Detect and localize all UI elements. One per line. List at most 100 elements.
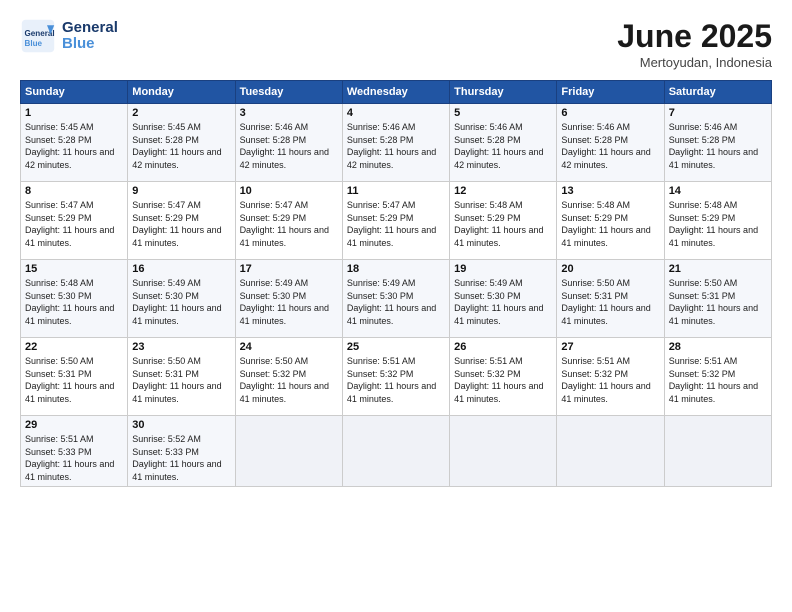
day-number: 25 — [347, 341, 445, 353]
day-number: 20 — [561, 263, 659, 275]
day-info: Sunrise: 5:46 AM Sunset: 5:28 PM Dayligh… — [347, 121, 445, 171]
col-tuesday: Tuesday — [235, 81, 342, 104]
day-info: Sunrise: 5:51 AM Sunset: 5:32 PM Dayligh… — [347, 355, 445, 405]
day-number: 16 — [132, 263, 230, 275]
col-sunday: Sunday — [21, 81, 128, 104]
day-info: Sunrise: 5:50 AM Sunset: 5:31 PM Dayligh… — [561, 277, 659, 327]
table-cell: 30 Sunrise: 5:52 AM Sunset: 5:33 PM Dayl… — [128, 416, 235, 487]
table-cell: 5 Sunrise: 5:46 AM Sunset: 5:28 PM Dayli… — [450, 104, 557, 182]
table-cell: 3 Sunrise: 5:46 AM Sunset: 5:28 PM Dayli… — [235, 104, 342, 182]
table-cell: 14 Sunrise: 5:48 AM Sunset: 5:29 PM Dayl… — [664, 182, 771, 260]
table-cell: 6 Sunrise: 5:46 AM Sunset: 5:28 PM Dayli… — [557, 104, 664, 182]
day-info: Sunrise: 5:46 AM Sunset: 5:28 PM Dayligh… — [454, 121, 552, 171]
day-number: 18 — [347, 263, 445, 275]
day-info: Sunrise: 5:50 AM Sunset: 5:32 PM Dayligh… — [240, 355, 338, 405]
day-info: Sunrise: 5:47 AM Sunset: 5:29 PM Dayligh… — [25, 199, 123, 249]
table-cell: 2 Sunrise: 5:45 AM Sunset: 5:28 PM Dayli… — [128, 104, 235, 182]
day-number: 27 — [561, 341, 659, 353]
day-number: 10 — [240, 185, 338, 197]
table-cell: 9 Sunrise: 5:47 AM Sunset: 5:29 PM Dayli… — [128, 182, 235, 260]
month-title: June 2025 — [617, 18, 772, 55]
day-number: 21 — [669, 263, 767, 275]
day-number: 24 — [240, 341, 338, 353]
col-thursday: Thursday — [450, 81, 557, 104]
day-info: Sunrise: 5:51 AM Sunset: 5:32 PM Dayligh… — [561, 355, 659, 405]
day-number: 28 — [669, 341, 767, 353]
table-cell — [342, 416, 449, 487]
logo-icon: General Blue — [20, 18, 56, 54]
day-info: Sunrise: 5:49 AM Sunset: 5:30 PM Dayligh… — [347, 277, 445, 327]
title-block: June 2025 Mertoyudan, Indonesia — [617, 18, 772, 70]
table-cell: 28 Sunrise: 5:51 AM Sunset: 5:32 PM Dayl… — [664, 338, 771, 416]
day-number: 29 — [25, 419, 123, 431]
day-number: 7 — [669, 107, 767, 119]
day-info: Sunrise: 5:47 AM Sunset: 5:29 PM Dayligh… — [347, 199, 445, 249]
table-cell: 11 Sunrise: 5:47 AM Sunset: 5:29 PM Dayl… — [342, 182, 449, 260]
table-cell: 18 Sunrise: 5:49 AM Sunset: 5:30 PM Dayl… — [342, 260, 449, 338]
day-number: 30 — [132, 419, 230, 431]
day-number: 3 — [240, 107, 338, 119]
table-cell: 25 Sunrise: 5:51 AM Sunset: 5:32 PM Dayl… — [342, 338, 449, 416]
col-friday: Friday — [557, 81, 664, 104]
table-cell: 23 Sunrise: 5:50 AM Sunset: 5:31 PM Dayl… — [128, 338, 235, 416]
table-cell — [664, 416, 771, 487]
day-info: Sunrise: 5:48 AM Sunset: 5:29 PM Dayligh… — [561, 199, 659, 249]
day-info: Sunrise: 5:49 AM Sunset: 5:30 PM Dayligh… — [240, 277, 338, 327]
table-cell: 27 Sunrise: 5:51 AM Sunset: 5:32 PM Dayl… — [557, 338, 664, 416]
table-cell: 12 Sunrise: 5:48 AM Sunset: 5:29 PM Dayl… — [450, 182, 557, 260]
day-number: 1 — [25, 107, 123, 119]
day-number: 15 — [25, 263, 123, 275]
day-number: 26 — [454, 341, 552, 353]
table-cell: 17 Sunrise: 5:49 AM Sunset: 5:30 PM Dayl… — [235, 260, 342, 338]
day-info: Sunrise: 5:48 AM Sunset: 5:29 PM Dayligh… — [454, 199, 552, 249]
table-cell: 1 Sunrise: 5:45 AM Sunset: 5:28 PM Dayli… — [21, 104, 128, 182]
day-info: Sunrise: 5:46 AM Sunset: 5:28 PM Dayligh… — [240, 121, 338, 171]
day-info: Sunrise: 5:51 AM Sunset: 5:32 PM Dayligh… — [454, 355, 552, 405]
col-wednesday: Wednesday — [342, 81, 449, 104]
day-info: Sunrise: 5:45 AM Sunset: 5:28 PM Dayligh… — [132, 121, 230, 171]
table-cell: 21 Sunrise: 5:50 AM Sunset: 5:31 PM Dayl… — [664, 260, 771, 338]
table-cell — [557, 416, 664, 487]
day-number: 8 — [25, 185, 123, 197]
calendar-table: Sunday Monday Tuesday Wednesday Thursday… — [20, 80, 772, 487]
day-info: Sunrise: 5:48 AM Sunset: 5:30 PM Dayligh… — [25, 277, 123, 327]
table-cell: 7 Sunrise: 5:46 AM Sunset: 5:28 PM Dayli… — [664, 104, 771, 182]
day-number: 12 — [454, 185, 552, 197]
day-info: Sunrise: 5:51 AM Sunset: 5:33 PM Dayligh… — [25, 433, 123, 483]
day-number: 17 — [240, 263, 338, 275]
day-info: Sunrise: 5:52 AM Sunset: 5:33 PM Dayligh… — [132, 433, 230, 483]
day-info: Sunrise: 5:47 AM Sunset: 5:29 PM Dayligh… — [240, 199, 338, 249]
table-cell: 8 Sunrise: 5:47 AM Sunset: 5:29 PM Dayli… — [21, 182, 128, 260]
svg-text:Blue: Blue — [25, 39, 43, 48]
table-cell: 22 Sunrise: 5:50 AM Sunset: 5:31 PM Dayl… — [21, 338, 128, 416]
day-number: 6 — [561, 107, 659, 119]
day-number: 5 — [454, 107, 552, 119]
day-number: 13 — [561, 185, 659, 197]
table-cell: 26 Sunrise: 5:51 AM Sunset: 5:32 PM Dayl… — [450, 338, 557, 416]
table-cell: 24 Sunrise: 5:50 AM Sunset: 5:32 PM Dayl… — [235, 338, 342, 416]
calendar-header-row: Sunday Monday Tuesday Wednesday Thursday… — [21, 81, 772, 104]
location: Mertoyudan, Indonesia — [617, 55, 772, 70]
logo: General Blue General Blue — [20, 18, 118, 54]
day-info: Sunrise: 5:50 AM Sunset: 5:31 PM Dayligh… — [669, 277, 767, 327]
day-number: 14 — [669, 185, 767, 197]
day-info: Sunrise: 5:50 AM Sunset: 5:31 PM Dayligh… — [25, 355, 123, 405]
table-cell: 16 Sunrise: 5:49 AM Sunset: 5:30 PM Dayl… — [128, 260, 235, 338]
day-info: Sunrise: 5:47 AM Sunset: 5:29 PM Dayligh… — [132, 199, 230, 249]
logo-text: General Blue — [62, 20, 118, 53]
day-number: 23 — [132, 341, 230, 353]
col-monday: Monday — [128, 81, 235, 104]
day-info: Sunrise: 5:46 AM Sunset: 5:28 PM Dayligh… — [669, 121, 767, 171]
day-number: 11 — [347, 185, 445, 197]
day-info: Sunrise: 5:49 AM Sunset: 5:30 PM Dayligh… — [454, 277, 552, 327]
day-info: Sunrise: 5:49 AM Sunset: 5:30 PM Dayligh… — [132, 277, 230, 327]
day-info: Sunrise: 5:45 AM Sunset: 5:28 PM Dayligh… — [25, 121, 123, 171]
day-info: Sunrise: 5:51 AM Sunset: 5:32 PM Dayligh… — [669, 355, 767, 405]
day-number: 4 — [347, 107, 445, 119]
table-cell: 29 Sunrise: 5:51 AM Sunset: 5:33 PM Dayl… — [21, 416, 128, 487]
table-cell: 15 Sunrise: 5:48 AM Sunset: 5:30 PM Dayl… — [21, 260, 128, 338]
table-cell — [235, 416, 342, 487]
table-cell: 10 Sunrise: 5:47 AM Sunset: 5:29 PM Dayl… — [235, 182, 342, 260]
table-cell: 19 Sunrise: 5:49 AM Sunset: 5:30 PM Dayl… — [450, 260, 557, 338]
table-cell: 13 Sunrise: 5:48 AM Sunset: 5:29 PM Dayl… — [557, 182, 664, 260]
